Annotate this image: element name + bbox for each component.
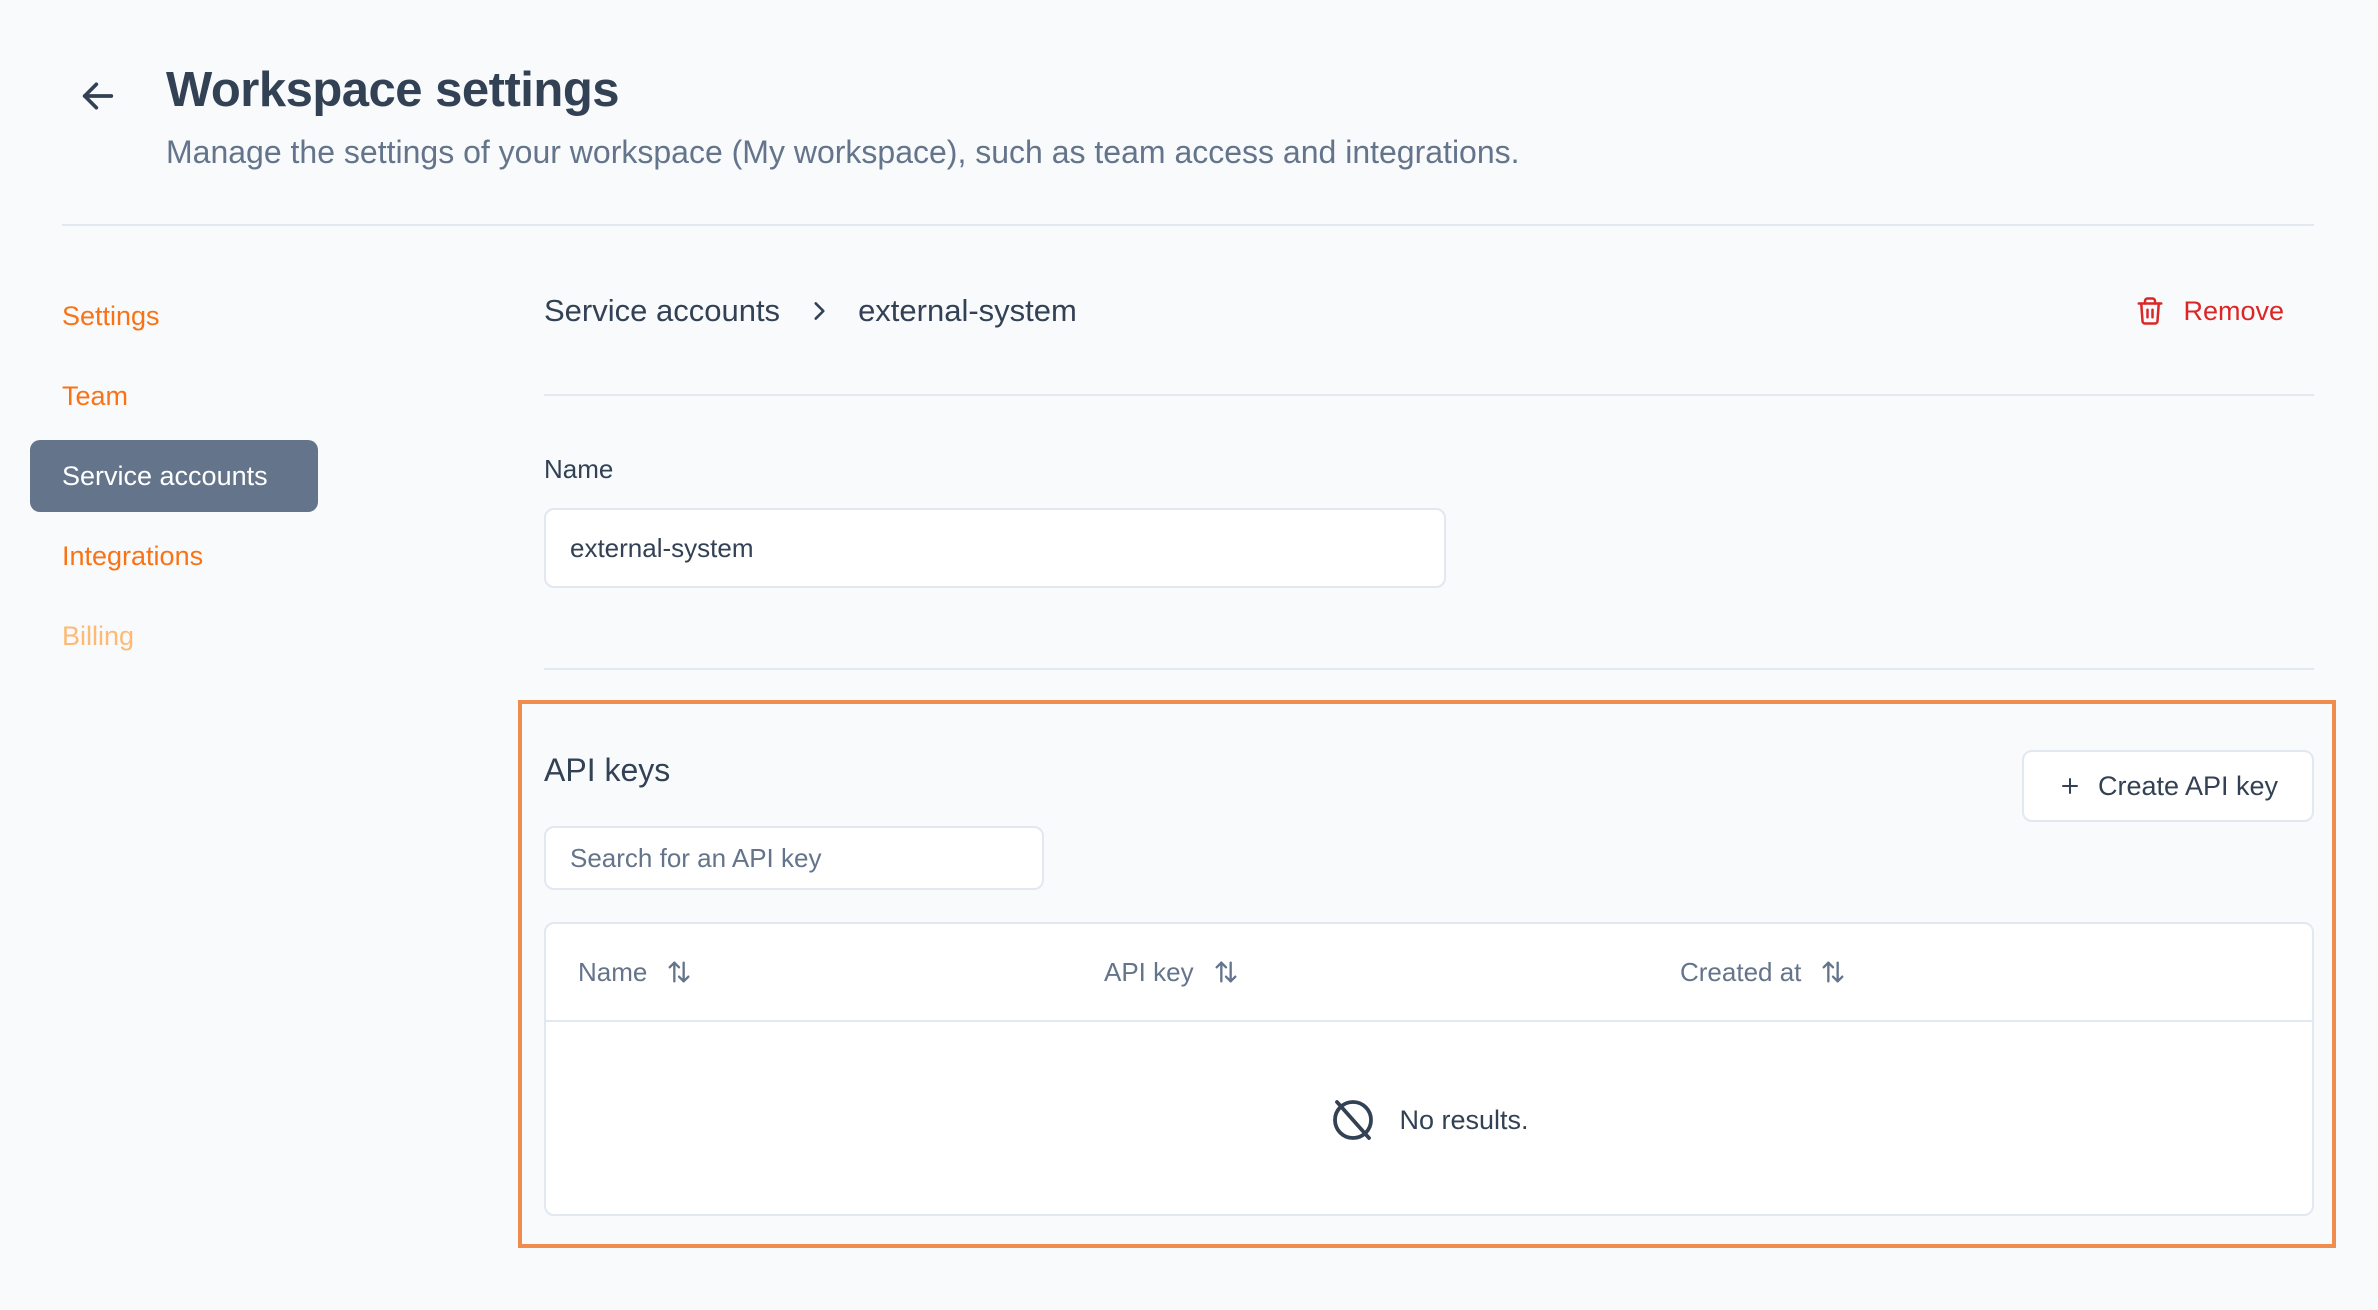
settings-sidebar: Settings Team Service accounts Integrati… xyxy=(30,280,318,680)
sort-arrows-icon xyxy=(668,961,690,983)
workspace-settings-page: Workspace settings Manage the settings o… xyxy=(0,0,2378,1310)
chevron-right-icon xyxy=(806,298,832,324)
column-header-api-key[interactable]: API key xyxy=(1104,924,1240,1020)
api-keys-table: Name API key Created at No results. xyxy=(544,922,2314,1216)
no-results-icon xyxy=(1333,1100,1374,1140)
column-header-created-at[interactable]: Created at xyxy=(1680,924,1847,1020)
trash-icon xyxy=(2137,297,2163,325)
sort-arrows-icon xyxy=(1822,961,1844,983)
breadcrumb-service-accounts[interactable]: Service accounts xyxy=(544,293,780,329)
breadcrumb-current: external-system xyxy=(858,293,1077,328)
arrow-left-icon xyxy=(82,82,114,110)
header-divider xyxy=(62,224,2314,226)
create-api-key-label: Create API key xyxy=(2097,770,2279,801)
empty-state-text: No results. xyxy=(1399,1104,1529,1135)
plus-icon xyxy=(2061,778,2078,794)
section-divider xyxy=(544,668,2314,670)
column-header-label: Created at xyxy=(1680,956,1802,987)
remove-label: Remove xyxy=(2183,295,2284,326)
back-button[interactable] xyxy=(70,68,126,124)
sidebar-item-billing: Billing xyxy=(62,621,135,651)
table-header: Name API key Created at xyxy=(546,924,2312,1022)
empty-state: No results. xyxy=(546,1024,2312,1214)
column-header-label: Name xyxy=(578,956,648,987)
api-key-search-input[interactable] xyxy=(544,826,1044,890)
name-field[interactable] xyxy=(544,508,1446,588)
sidebar-item-settings[interactable]: Settings xyxy=(30,280,318,352)
create-api-key-button[interactable]: Create API key xyxy=(2022,750,2314,822)
remove-button[interactable]: Remove xyxy=(2135,288,2284,334)
sidebar-item-integrations[interactable]: Integrations xyxy=(30,520,318,592)
breadcrumb: Service accounts external-system xyxy=(544,288,1077,334)
column-header-label: API key xyxy=(1104,956,1194,987)
page-subtitle: Manage the settings of your workspace (M… xyxy=(166,134,1520,170)
name-field-label: Name xyxy=(544,454,614,484)
page-title: Workspace settings xyxy=(166,63,620,117)
sidebar-item-service-accounts[interactable]: Service accounts xyxy=(30,440,318,512)
section-divider xyxy=(544,394,2314,396)
api-keys-title: API keys xyxy=(544,752,671,788)
sort-arrows-icon xyxy=(1215,961,1237,983)
sidebar-item-team[interactable]: Team xyxy=(30,360,318,432)
column-header-name[interactable]: Name xyxy=(578,924,693,1020)
